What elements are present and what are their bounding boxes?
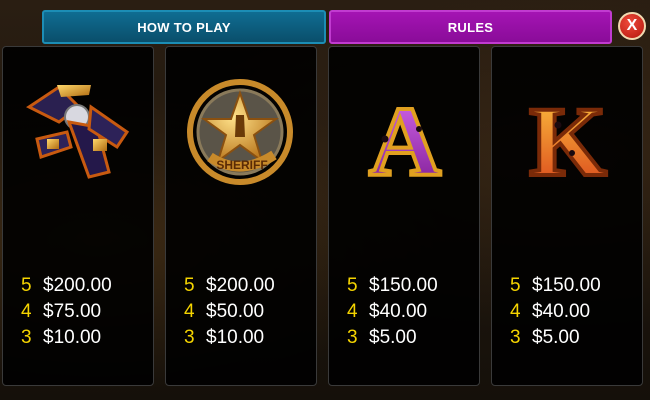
match-count: 4 bbox=[184, 301, 195, 322]
payout-row: 3 $5.00 bbox=[347, 325, 438, 351]
payout-amount: $50.00 bbox=[206, 301, 265, 322]
match-count: 5 bbox=[347, 275, 358, 296]
payout-amount: $40.00 bbox=[532, 301, 591, 322]
payout-amount: $40.00 bbox=[369, 301, 428, 322]
payout-amount: $200.00 bbox=[43, 275, 112, 296]
payout-list: 5 $200.00 4 $75.00 3 $10.00 bbox=[21, 273, 112, 351]
letter-a-icon: A bbox=[367, 84, 443, 187]
tab-how-to-play[interactable]: HOW TO PLAY bbox=[42, 10, 326, 44]
payout-list: 5 $200.00 4 $50.00 3 $10.00 bbox=[184, 273, 275, 351]
payout-list: 5 $150.00 4 $40.00 3 $5.00 bbox=[510, 273, 601, 351]
payout-row: 4 $50.00 bbox=[184, 299, 275, 325]
close-button[interactable]: X bbox=[618, 12, 646, 40]
payout-amount: $5.00 bbox=[532, 327, 580, 348]
close-icon: X bbox=[626, 17, 638, 34]
match-count: 3 bbox=[21, 327, 32, 348]
match-count: 3 bbox=[184, 327, 195, 348]
payout-row: 3 $10.00 bbox=[21, 325, 112, 351]
payout-row: 4 $40.00 bbox=[510, 299, 601, 325]
payout-amount: $150.00 bbox=[532, 275, 601, 296]
payout-row: 4 $40.00 bbox=[347, 299, 438, 325]
payout-amount: $75.00 bbox=[43, 301, 102, 322]
symbol-letter: K bbox=[529, 86, 607, 187]
match-count: 5 bbox=[510, 275, 521, 296]
match-count: 3 bbox=[347, 327, 358, 348]
sheriff-badge-icon: SHERIFF bbox=[187, 79, 293, 185]
match-count: 4 bbox=[21, 301, 32, 322]
payout-row: 4 $75.00 bbox=[21, 299, 112, 325]
match-count: 5 bbox=[21, 275, 32, 296]
payout-amount: $10.00 bbox=[43, 327, 102, 348]
payout-row: 5 $200.00 bbox=[184, 273, 275, 299]
badge-text: SHERIFF bbox=[216, 158, 267, 172]
gun-holster-icon bbox=[26, 85, 130, 179]
payout-row: 5 $150.00 bbox=[510, 273, 601, 299]
payout-amount: $150.00 bbox=[369, 275, 438, 296]
symbol-letter: A bbox=[369, 86, 441, 187]
payout-amount: $200.00 bbox=[206, 275, 275, 296]
tab-bar: HOW TO PLAY RULES bbox=[42, 10, 612, 44]
match-count: 4 bbox=[510, 301, 521, 322]
payout-amount: $5.00 bbox=[369, 327, 417, 348]
paytable-panel-a: A 5 $150.00 4 $40.00 3 $5.00 bbox=[328, 46, 480, 386]
match-count: 5 bbox=[184, 275, 195, 296]
payout-amount: $10.00 bbox=[206, 327, 265, 348]
payout-row: 3 $5.00 bbox=[510, 325, 601, 351]
tab-rules[interactable]: RULES bbox=[329, 10, 612, 44]
payout-row: 5 $200.00 bbox=[21, 273, 112, 299]
match-count: 4 bbox=[347, 301, 358, 322]
paytable-panel-sheriff: SHERIFF 5 $200.00 4 $50.00 3 $10.00 bbox=[165, 46, 317, 386]
match-count: 3 bbox=[510, 327, 521, 348]
payout-row: 3 $10.00 bbox=[184, 325, 275, 351]
letter-k-icon: K bbox=[527, 84, 609, 187]
paytable-panel-gun: 5 $200.00 4 $75.00 3 $10.00 bbox=[2, 46, 154, 386]
payout-row: 5 $150.00 bbox=[347, 273, 438, 299]
paytable-panel-k: K 5 $150.00 4 $40.00 3 $5.00 bbox=[491, 46, 643, 386]
payout-list: 5 $150.00 4 $40.00 3 $5.00 bbox=[347, 273, 438, 351]
